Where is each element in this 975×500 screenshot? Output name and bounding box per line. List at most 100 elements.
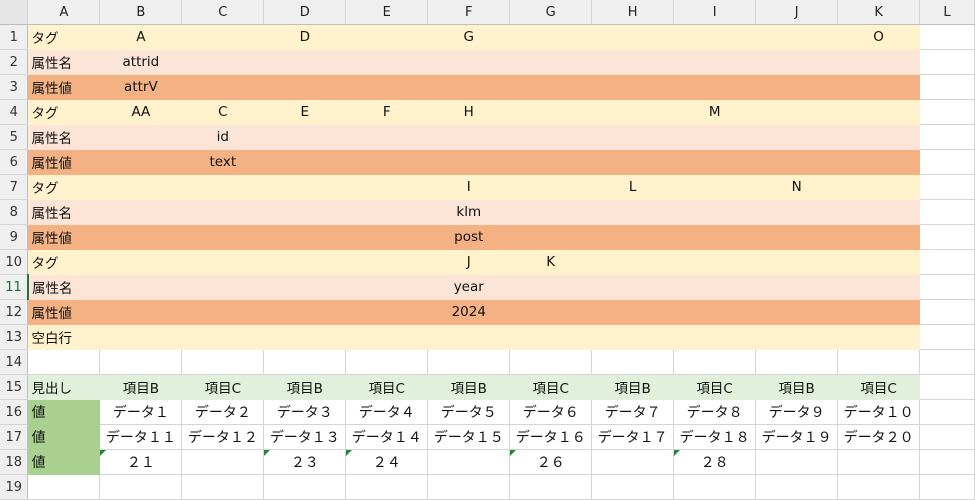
cell-i8[interactable] (673, 199, 757, 225)
cell-h9[interactable] (591, 224, 675, 250)
cell-k4[interactable] (837, 99, 921, 125)
cell-c11[interactable] (181, 274, 265, 300)
cell-f3[interactable] (427, 74, 511, 100)
cell-k13[interactable] (837, 324, 921, 350)
cell-l7[interactable] (919, 174, 975, 200)
row-header-4[interactable]: 4 (0, 99, 29, 125)
column-header-l[interactable]: L (919, 0, 975, 25)
cell-g9[interactable] (509, 224, 593, 250)
cell-i17[interactable]: データ１８ (673, 424, 757, 450)
cell-h7[interactable]: L (591, 174, 675, 200)
cell-i6[interactable] (673, 149, 757, 175)
row-header-8[interactable]: 8 (0, 199, 29, 225)
cell-g19[interactable] (509, 474, 593, 500)
cell-l9[interactable] (919, 224, 975, 250)
cell-h10[interactable] (591, 249, 675, 275)
cell-c10[interactable] (181, 249, 265, 275)
cell-j6[interactable] (755, 149, 839, 175)
cell-h6[interactable] (591, 149, 675, 175)
cell-g3[interactable] (509, 74, 593, 100)
cell-b12[interactable] (99, 299, 183, 325)
cell-k15[interactable]: 項目C (837, 374, 921, 400)
cell-e8[interactable] (345, 199, 429, 225)
column-header-g[interactable]: G (509, 0, 593, 25)
cell-b11[interactable] (99, 274, 183, 300)
cell-c1[interactable] (181, 24, 265, 50)
cell-b15[interactable]: 項目B (99, 374, 183, 400)
cell-f19[interactable] (427, 474, 511, 500)
cell-h13[interactable] (591, 324, 675, 350)
cell-d7[interactable] (263, 174, 347, 200)
cell-a9[interactable]: 属性値 (27, 224, 101, 250)
cell-b7[interactable] (99, 174, 183, 200)
row-header-18[interactable]: 18 (0, 449, 29, 475)
cell-h11[interactable] (591, 274, 675, 300)
cell-a8[interactable]: 属性名 (27, 199, 101, 225)
cell-j17[interactable]: データ１９ (755, 424, 839, 450)
cell-a5[interactable]: 属性名 (27, 124, 101, 150)
column-header-k[interactable]: K (837, 0, 921, 25)
cell-e19[interactable] (345, 474, 429, 500)
cell-d9[interactable] (263, 224, 347, 250)
row-header-2[interactable]: 2 (0, 49, 29, 75)
cell-h12[interactable] (591, 299, 675, 325)
cell-a12[interactable]: 属性値 (27, 299, 101, 325)
cell-h5[interactable] (591, 124, 675, 150)
cell-e11[interactable] (345, 274, 429, 300)
cell-i18[interactable]: ２８ (673, 449, 757, 475)
row-header-6[interactable]: 6 (0, 149, 29, 175)
cell-h1[interactable] (591, 24, 675, 50)
cell-a6[interactable]: 属性値 (27, 149, 101, 175)
cell-l16[interactable] (919, 399, 975, 425)
row-header-15[interactable]: 15 (0, 374, 29, 400)
row-header-9[interactable]: 9 (0, 224, 29, 250)
cell-a15[interactable]: 見出し (27, 374, 101, 400)
cell-l4[interactable] (919, 99, 975, 125)
cell-c2[interactable] (181, 49, 265, 75)
cell-i19[interactable] (673, 474, 757, 500)
cell-h16[interactable]: データ７ (591, 399, 675, 425)
cell-h18[interactable] (591, 449, 675, 475)
cell-d5[interactable] (263, 124, 347, 150)
cell-c16[interactable]: データ２ (181, 399, 265, 425)
cell-a1[interactable]: タグ (27, 24, 101, 50)
cell-i12[interactable] (673, 299, 757, 325)
cell-c5[interactable]: id (181, 124, 265, 150)
cell-f6[interactable] (427, 149, 511, 175)
cell-j13[interactable] (755, 324, 839, 350)
cell-k7[interactable] (837, 174, 921, 200)
cell-i3[interactable] (673, 74, 757, 100)
cell-e5[interactable] (345, 124, 429, 150)
cell-c4[interactable]: C (181, 99, 265, 125)
cell-d17[interactable]: データ１３ (263, 424, 347, 450)
cell-l5[interactable] (919, 124, 975, 150)
cell-l17[interactable] (919, 424, 975, 450)
cell-c6[interactable]: text (181, 149, 265, 175)
cell-c9[interactable] (181, 224, 265, 250)
cell-e12[interactable] (345, 299, 429, 325)
cell-f9[interactable]: post (427, 224, 511, 250)
cell-e3[interactable] (345, 74, 429, 100)
cell-a14[interactable] (27, 349, 101, 375)
cell-g6[interactable] (509, 149, 593, 175)
column-header-i[interactable]: I (673, 0, 757, 25)
cell-i11[interactable] (673, 274, 757, 300)
cell-c17[interactable]: データ１２ (181, 424, 265, 450)
cell-e2[interactable] (345, 49, 429, 75)
cell-a2[interactable]: 属性名 (27, 49, 101, 75)
cell-d3[interactable] (263, 74, 347, 100)
cell-b9[interactable] (99, 224, 183, 250)
cell-j11[interactable] (755, 274, 839, 300)
cell-l15[interactable] (919, 374, 975, 400)
cell-i15[interactable]: 項目C (673, 374, 757, 400)
select-all-corner[interactable] (0, 0, 29, 25)
cell-h15[interactable]: 項目B (591, 374, 675, 400)
cell-g15[interactable]: 項目C (509, 374, 593, 400)
row-header-19[interactable]: 19 (0, 474, 29, 500)
cell-l1[interactable] (919, 24, 975, 50)
cell-c13[interactable] (181, 324, 265, 350)
cell-h2[interactable] (591, 49, 675, 75)
cell-e1[interactable] (345, 24, 429, 50)
cell-j19[interactable] (755, 474, 839, 500)
cell-i16[interactable]: データ８ (673, 399, 757, 425)
